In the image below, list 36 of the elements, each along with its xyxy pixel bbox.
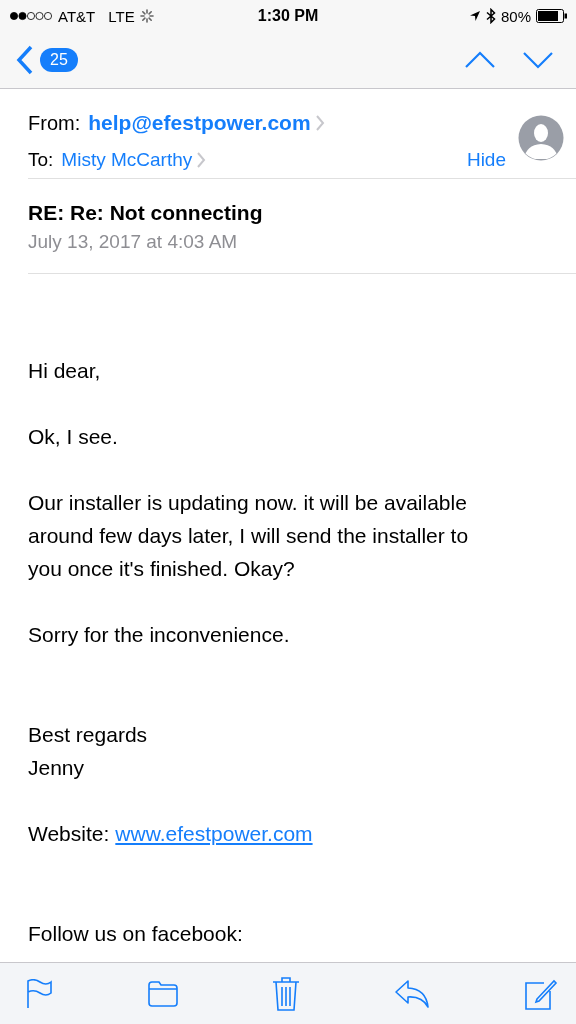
previous-message-button[interactable]	[464, 51, 496, 69]
from-label: From:	[28, 111, 81, 135]
message-paragraph: Our installer is updating now. it will be available around few days later, I will send the installer to you once it's finished. Okay?	[28, 490, 470, 582]
flag-icon[interactable]	[26, 978, 54, 1009]
email-date: July 13, 2017 at 4:03 AM	[28, 231, 239, 253]
battery-percent: 80%	[500, 7, 531, 25]
unread-count-badge: 25	[40, 48, 78, 72]
battery-icon	[536, 9, 568, 23]
back-button[interactable]: 25	[16, 45, 78, 75]
message-paragraph: Ok, I see.	[28, 424, 119, 450]
sender-address[interactable]: help@efestpower.com	[88, 111, 311, 135]
message-paragraph: Hi dear,	[28, 358, 102, 384]
location-arrow-icon	[468, 10, 481, 22]
website-link[interactable]: www.efestpower.com	[115, 817, 313, 850]
trash-icon[interactable]	[272, 975, 300, 1012]
activity-spinner-icon	[139, 9, 154, 23]
reply-icon[interactable]	[394, 978, 430, 1009]
status-time: 1:30 PM	[256, 7, 320, 25]
avatar-icon	[518, 115, 564, 161]
to-label: To:	[28, 149, 54, 171]
recipient-name[interactable]: Misty McCarthy	[61, 149, 193, 171]
hide-link[interactable]: Hide	[466, 149, 506, 171]
chevron-right-icon	[196, 151, 207, 169]
bluetooth-icon	[485, 8, 496, 24]
chevron-left-icon	[16, 45, 34, 75]
folder-icon[interactable]	[148, 980, 178, 1007]
message-paragraph: Follow us on facebook:	[28, 921, 244, 947]
message-paragraph: Best regards Jenny	[28, 722, 149, 781]
network-type: LTE	[108, 7, 135, 25]
chevron-right-icon	[314, 114, 325, 132]
message-paragraph: Sorry for the inconvenience.	[28, 622, 291, 648]
email-subject: RE: Re: Not connecting	[28, 201, 264, 225]
website-label: Website:	[28, 821, 110, 847]
signal-icon	[9, 11, 53, 21]
carrier: AT&T	[58, 7, 96, 25]
next-message-button[interactable]	[522, 51, 554, 69]
